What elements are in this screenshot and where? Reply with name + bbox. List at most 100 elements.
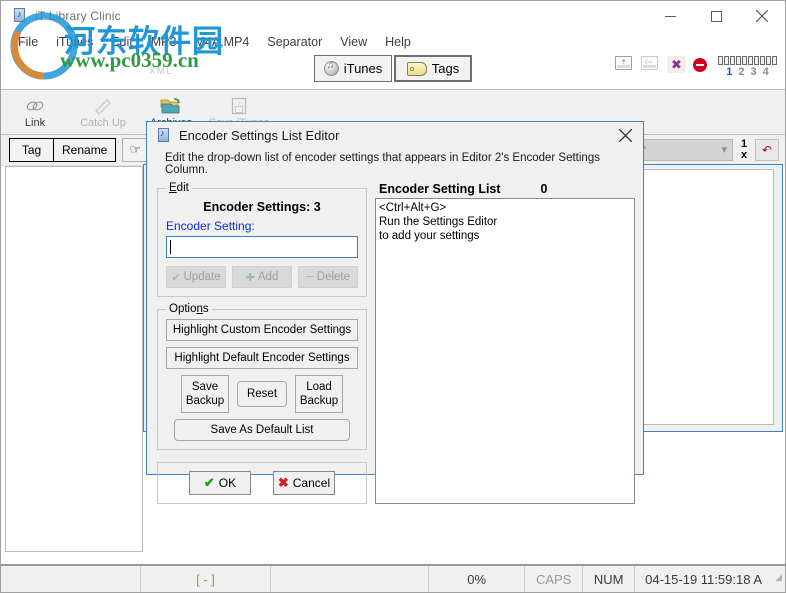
- minus-icon: ─: [305, 271, 314, 283]
- toolbar-button-link[interactable]: Link: [1, 91, 69, 133]
- dialog-left-column: Edit Encoder Settings: 3 Encoder Setting…: [157, 182, 367, 504]
- maximize-button[interactable]: [693, 1, 739, 31]
- ok-button[interactable]: ✔ OK: [189, 471, 251, 495]
- left-list-pane[interactable]: [5, 166, 143, 552]
- update-button[interactable]: ✔ Update: [166, 266, 226, 288]
- encoder-setting-input[interactable]: [166, 236, 358, 258]
- modebar-icon-group: ⇡ ⇦ ✖ 1 2 3 4: [615, 56, 777, 78]
- rename-button[interactable]: Rename: [53, 138, 117, 162]
- xml-label: XML: [149, 66, 173, 77]
- archives-folder-icon: [160, 96, 182, 116]
- page-indicator: 1 2 3 4: [718, 56, 777, 78]
- minimize-button[interactable]: [647, 1, 693, 31]
- dialog-title: Encoder Settings List Editor: [179, 127, 340, 143]
- save-backup-line2: Backup: [185, 395, 225, 407]
- edit-group-legend: Edit: [169, 182, 189, 194]
- page-number-3[interactable]: 3: [751, 66, 757, 78]
- menu-item-edit[interactable]: Edit: [102, 33, 142, 51]
- settings-document-icon: ♪: [155, 127, 171, 143]
- tag-rename-group: Tag Rename: [9, 138, 117, 162]
- page-numbers: 1 2 3 4: [718, 66, 777, 78]
- itunes-icon: [323, 60, 339, 76]
- list-item: Run the Settings Editor: [379, 216, 498, 228]
- menu-item-itunes[interactable]: iTunes: [47, 33, 102, 51]
- save-backup-line1: Save: [191, 381, 219, 393]
- status-num: NUM: [583, 566, 636, 592]
- menu-item-mp3[interactable]: MP3: [142, 33, 186, 51]
- title-bar: ♪ iT Library Clinic: [1, 1, 785, 31]
- window-title: iT Library Clinic: [35, 9, 121, 23]
- app-icon: ♪: [11, 7, 29, 25]
- wand-tool-icon[interactable]: ✖: [667, 56, 686, 73]
- cancel-button-label: Cancel: [292, 476, 331, 490]
- mode-toggle-group: iTunes Tags: [314, 55, 472, 82]
- filter-combo[interactable]: * * ▾: [629, 138, 733, 161]
- plus-icon: ✚: [245, 271, 255, 284]
- page-number-1[interactable]: 1: [726, 66, 732, 78]
- x-icon-cancel: ✖: [277, 475, 289, 490]
- add-button[interactable]: ✚ Add: [232, 266, 292, 288]
- load-backup-line2: Backup: [299, 395, 339, 407]
- cancel-button[interactable]: ✖ Cancel: [273, 471, 335, 495]
- stop-icon[interactable]: [693, 58, 707, 72]
- check-icon: ✔: [171, 271, 181, 284]
- delete-button-label: Delete: [316, 271, 351, 283]
- close-button[interactable]: [739, 1, 785, 31]
- repeat-counter-x: x: [740, 148, 748, 161]
- encoder-settings-count: Encoder Settings: 3: [203, 200, 321, 214]
- text-caret: [170, 240, 171, 254]
- export-box-button[interactable]: ⇡: [615, 56, 634, 73]
- highlight-default-label: Highlight Default Encoder Settings: [174, 352, 350, 364]
- status-selection: [ - ]: [141, 566, 271, 592]
- ok-button-label: OK: [218, 476, 237, 490]
- tags-mode-button[interactable]: Tags: [394, 55, 472, 82]
- reset-label: Reset: [246, 388, 278, 400]
- status-caps: CAPS: [525, 566, 584, 592]
- tag-icon: [406, 61, 427, 76]
- floppy-disk-icon: ♪: [229, 96, 249, 116]
- menu-item-help[interactable]: Help: [376, 33, 420, 51]
- page-number-4[interactable]: 4: [763, 66, 769, 78]
- import-box-button[interactable]: ⇦: [641, 56, 660, 73]
- red-undo-arrow-icon[interactable]: ↶: [755, 138, 779, 161]
- status-cell-empty1: [1, 566, 141, 592]
- options-group: Options Highlight Custom Encoder Setting…: [157, 303, 367, 450]
- encoder-setting-list[interactable]: <Ctrl+Alt+G> Run the Settings Editor to …: [375, 198, 635, 504]
- resize-grip-icon[interactable]: ◢: [766, 572, 785, 586]
- menu-item-view[interactable]: View: [331, 33, 376, 51]
- dialog-close-icon[interactable]: [613, 124, 637, 146]
- tags-mode-label: Tags: [431, 61, 460, 76]
- status-cell-empty2: [271, 566, 430, 592]
- tag-button-label: Tag: [21, 143, 42, 157]
- save-backup-button[interactable]: Save Backup: [181, 375, 229, 413]
- toolbar-label-link: Link: [24, 116, 46, 129]
- page-number-2[interactable]: 2: [738, 66, 744, 78]
- highlight-custom-label: Highlight Custom Encoder Settings: [172, 324, 352, 336]
- menu-item-file[interactable]: File: [9, 33, 47, 51]
- status-bar: [ - ] 0% CAPS NUM 04-15-19 11:59:18 A ◢: [1, 564, 785, 592]
- pointing-hand-icon[interactable]: ☞: [122, 138, 149, 162]
- backup-button-row: Save Backup Reset Load Backup: [166, 375, 358, 413]
- itunes-mode-button[interactable]: iTunes: [314, 55, 392, 82]
- delete-button[interactable]: ─ Delete: [298, 266, 358, 288]
- list-header: Encoder Setting List 0: [375, 182, 635, 198]
- status-selection-text: [ - ]: [196, 571, 215, 587]
- edit-group: Edit Encoder Settings: 3 Encoder Setting…: [157, 182, 367, 297]
- tag-button[interactable]: Tag: [9, 138, 53, 162]
- save-as-default-list-button[interactable]: Save As Default List: [174, 419, 350, 441]
- load-backup-button[interactable]: Load Backup: [295, 375, 343, 413]
- dialog-right-column: Encoder Setting List 0 <Ctrl+Alt+G> Run …: [375, 182, 635, 504]
- encoder-settings-dialog: ♪ Encoder Settings List Editor Edit the …: [146, 121, 644, 504]
- reset-button[interactable]: Reset: [237, 381, 287, 407]
- list-count: 0: [540, 182, 548, 196]
- options-group-legend: Options: [169, 303, 209, 315]
- highlight-custom-button[interactable]: Highlight Custom Encoder Settings: [166, 319, 358, 341]
- repeat-counter: 1 x: [738, 138, 750, 161]
- highlight-default-button[interactable]: Highlight Default Encoder Settings: [166, 347, 358, 369]
- link-icon: [25, 96, 45, 116]
- save-as-default-label: Save As Default List: [210, 424, 314, 436]
- edit-action-buttons: ✔ Update ✚ Add ─ Delete: [166, 266, 358, 288]
- menu-item-separator[interactable]: Separator: [258, 33, 331, 51]
- menu-item-m4a-mp4[interactable]: M4A,MP4: [185, 33, 258, 51]
- toolbar-button-catch-up[interactable]: Catch Up: [69, 91, 137, 133]
